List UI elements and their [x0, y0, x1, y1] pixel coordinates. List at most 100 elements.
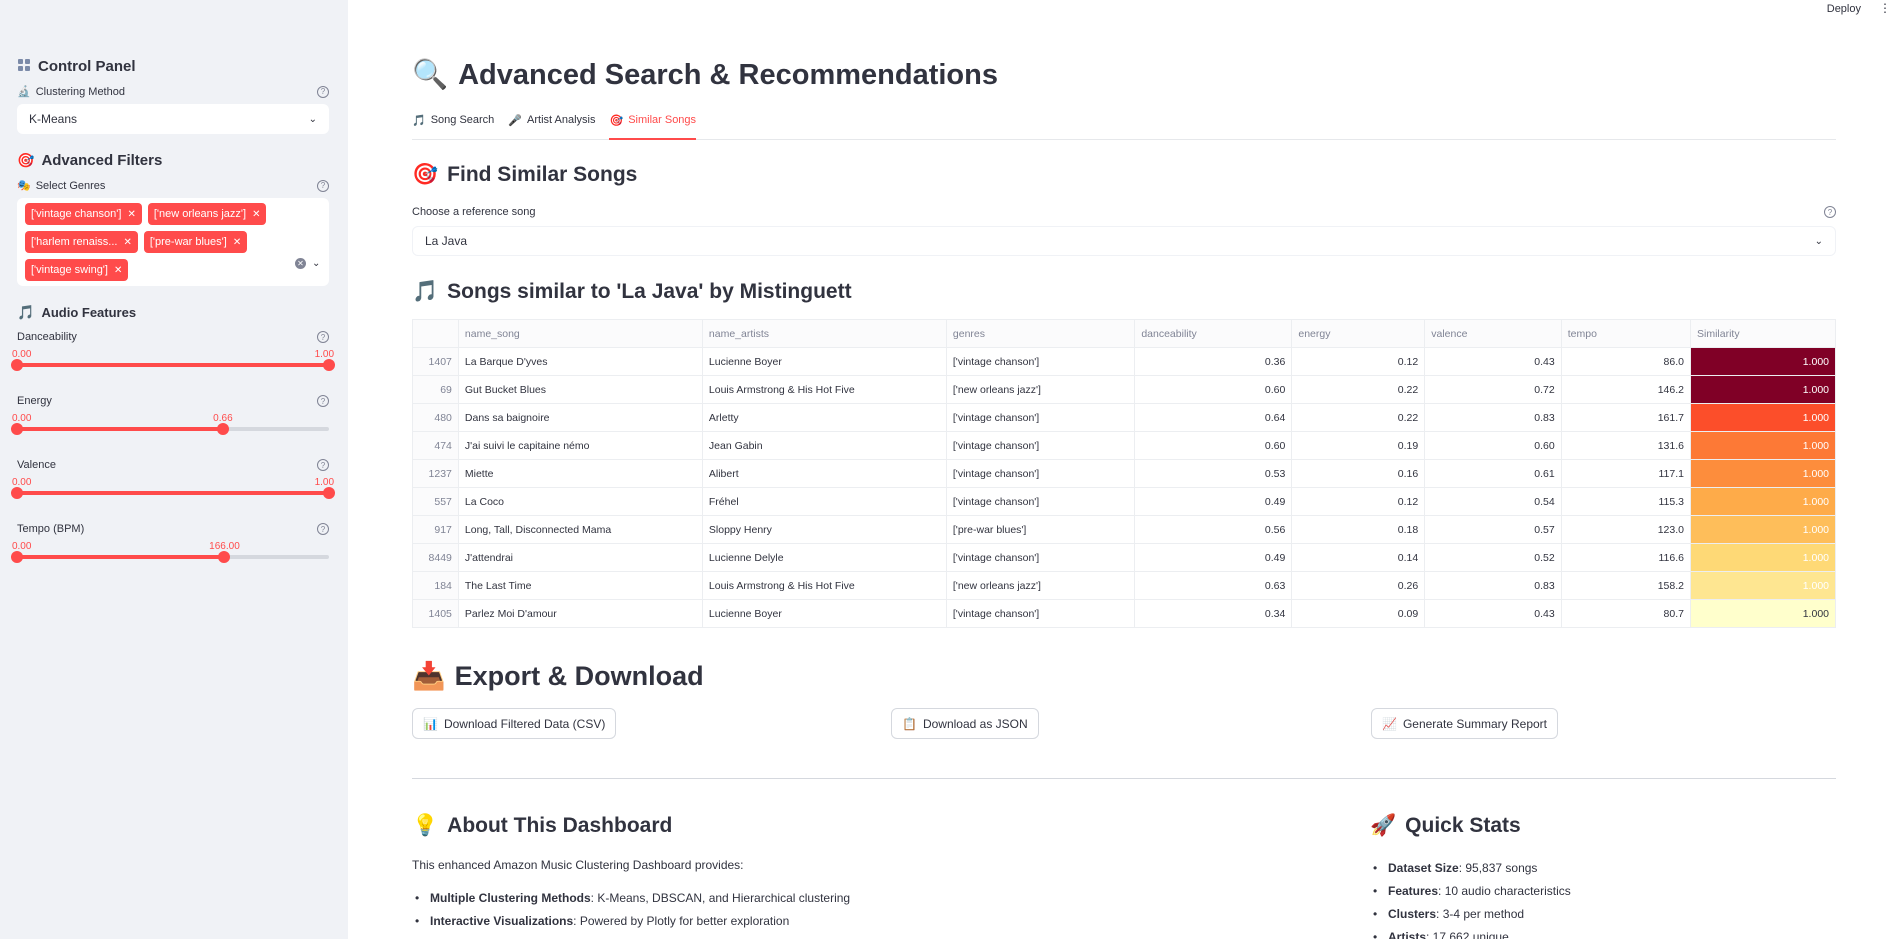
- deploy-button[interactable]: Deploy: [1827, 3, 1861, 15]
- column-header[interactable]: valence: [1424, 319, 1562, 348]
- numeric-cell: 158.2: [1560, 571, 1691, 600]
- remove-tag-icon[interactable]: ✕: [127, 209, 135, 220]
- slider-energy[interactable]: Energy? 0.00 0.66: [11, 395, 329, 435]
- quick-stats-heading: 🚀 Quick Stats: [1370, 814, 1521, 837]
- slider-label-row: Energy?: [17, 395, 329, 407]
- reference-song-select[interactable]: La Java ⌄: [412, 226, 1836, 256]
- music-note-icon: 🎵: [17, 304, 35, 320]
- column-header[interactable]: danceability: [1134, 319, 1293, 348]
- genre-tag-label: ['vintage swing']: [31, 264, 108, 276]
- magnifier-icon: 🔍: [412, 59, 449, 91]
- numeric-cell: 0.18: [1291, 515, 1426, 544]
- help-icon[interactable]: ?: [317, 459, 329, 471]
- slider-danceability[interactable]: Danceability? 0.00 1.00: [11, 331, 335, 371]
- table-row[interactable]: 184 The Last Time Louis Armstrong & His Ho…: [412, 571, 1837, 600]
- column-header[interactable]: energy: [1291, 319, 1426, 348]
- numeric-cell: 0.26: [1291, 571, 1426, 600]
- column-header[interactable]: name_artists: [701, 319, 947, 348]
- clustering-method-select[interactable]: K-Means ⌄: [17, 104, 329, 134]
- export-heading: 📥 Export & Download: [412, 660, 704, 692]
- tab-similar-songs[interactable]: 🎯 Similar Songs: [609, 114, 697, 140]
- slider-tempo[interactable]: Tempo (BPM)? 0.00 166.00: [11, 523, 329, 563]
- table-row[interactable]: 1237 Miette Alibert ['vintage chanson'] 0.53…: [412, 459, 1837, 488]
- numeric-cell: 0.36: [1134, 347, 1293, 376]
- row-index: 8449: [412, 543, 459, 572]
- similar-songs-table[interactable]: name_song name_artists genres danceability e…: [412, 319, 1837, 628]
- sidebar: Control Panel 🔬 Clustering Method ? K-Mea…: [0, 0, 348, 939]
- column-header[interactable]: genres: [945, 319, 1136, 348]
- chart-increasing-icon: 📈: [1382, 716, 1397, 731]
- help-icon[interactable]: ?: [317, 523, 329, 535]
- remove-tag-icon[interactable]: ✕: [252, 209, 260, 220]
- numeric-cell: 0.60: [1134, 431, 1293, 460]
- genre-tag-label: ['pre-war blues']: [149, 236, 227, 248]
- kebab-icon[interactable]: ⋮: [1879, 1, 1891, 15]
- slider-thumb-min[interactable]: [11, 487, 23, 499]
- genre-tag[interactable]: ['new orleans jazz'] ✕: [147, 203, 267, 225]
- table-row[interactable]: 474 J'ai suivi le capitaine némo Jean Gabi…: [412, 431, 1837, 460]
- clear-all-icon[interactable]: ✕: [295, 258, 306, 269]
- remove-tag-icon[interactable]: ✕: [233, 237, 241, 248]
- slider-label-row: Valence?: [17, 459, 329, 471]
- similarity-cell: 1.000: [1689, 459, 1837, 488]
- slider-thumb-max[interactable]: [216, 423, 229, 435]
- advanced-filters-heading: 🎯 Advanced Filters: [17, 152, 163, 169]
- numeric-cell: 0.63: [1134, 571, 1293, 600]
- text-cell: J'attendrai: [457, 543, 703, 572]
- slider-track[interactable]: [11, 359, 335, 371]
- text-cell: ['vintage chanson']: [945, 543, 1136, 572]
- slider-track[interactable]: [11, 487, 335, 499]
- slider-thumb-min[interactable]: [11, 551, 23, 563]
- row-index: 1405: [412, 599, 459, 628]
- slider-label-row: Tempo (BPM)?: [17, 523, 329, 535]
- slider-valence[interactable]: Valence? 0.00 1.00: [11, 459, 335, 499]
- similarity-cell: 1.000: [1689, 375, 1837, 404]
- help-icon[interactable]: ?: [317, 85, 329, 98]
- slider-track[interactable]: [11, 423, 329, 435]
- table-row[interactable]: 1405 Parlez Moi D'amour Lucienne Boyer ['vi…: [412, 599, 1837, 628]
- slider-thumb-max[interactable]: [323, 487, 335, 499]
- text-cell: Lucienne Delyle: [701, 543, 947, 572]
- numeric-cell: 0.22: [1291, 375, 1426, 404]
- numeric-cell: 0.12: [1291, 347, 1426, 376]
- slider-thumb-min[interactable]: [11, 423, 23, 435]
- numeric-cell: 0.64: [1134, 403, 1293, 432]
- chevron-down-icon[interactable]: ⌄: [312, 258, 320, 269]
- slider-thumb-min[interactable]: [11, 359, 23, 371]
- tab-song-search[interactable]: 🎵 Song Search: [412, 114, 494, 140]
- slider-thumb-max[interactable]: [218, 551, 231, 563]
- genre-tag[interactable]: ['vintage chanson'] ✕: [25, 203, 142, 225]
- table-row[interactable]: 69 Gut Bucket Blues Louis Armstrong & His …: [412, 375, 1837, 404]
- remove-tag-icon[interactable]: ✕: [114, 265, 122, 276]
- genre-tag[interactable]: ['pre-war blues'] ✕: [143, 231, 248, 253]
- help-icon[interactable]: ?: [1824, 206, 1836, 218]
- text-cell: Dans sa baignoire: [457, 403, 703, 432]
- table-row[interactable]: 480 Dans sa baignoire Arletty ['vintage cha…: [412, 403, 1837, 432]
- help-icon[interactable]: ?: [317, 331, 329, 343]
- microphone-icon: 🎤: [508, 115, 523, 127]
- table-row[interactable]: 917 Long, Tall, Disconnected Mama Sloppy H…: [412, 515, 1837, 544]
- remove-tag-icon[interactable]: ✕: [123, 237, 131, 248]
- summary-report-button[interactable]: 📈 Generate Summary Report: [1371, 708, 1559, 739]
- numeric-cell: 0.43: [1424, 599, 1562, 628]
- genre-tag[interactable]: ['harlem renaiss... ✕: [25, 231, 138, 253]
- genre-tag[interactable]: ['vintage swing'] ✕: [25, 259, 129, 281]
- genres-multiselect[interactable]: ['vintage chanson'] ✕ ['new orleans jazz']…: [17, 198, 329, 286]
- table-row[interactable]: 8449 J'attendrai Lucienne Delyle ['vintage …: [412, 543, 1837, 572]
- slider-thumb-max[interactable]: [323, 359, 335, 371]
- download-csv-button[interactable]: 📊 Download Filtered Data (CSV): [412, 708, 617, 739]
- numeric-cell: 0.52: [1424, 543, 1562, 572]
- table-row[interactable]: 557 La Coco Fréhel ['vintage chanson'] 0.49 0…: [412, 487, 1837, 516]
- download-json-button[interactable]: 📋 Download as JSON: [891, 708, 1039, 739]
- text-cell: ['pre-war blues']: [945, 515, 1136, 544]
- help-icon[interactable]: ?: [317, 179, 329, 192]
- slider-track[interactable]: [11, 551, 329, 563]
- help-icon[interactable]: ?: [317, 395, 329, 407]
- tab-artist-analysis[interactable]: 🎤 Artist Analysis: [508, 114, 595, 140]
- similarity-cell: 1.000: [1689, 543, 1837, 572]
- list-item: Features: 10 audio characteristics: [1370, 883, 1571, 906]
- column-header[interactable]: name_song: [457, 319, 703, 348]
- table-row[interactable]: 1407 La Barque D'yves Lucienne Boyer ['vint…: [412, 347, 1837, 376]
- column-header[interactable]: Similarity: [1689, 319, 1837, 348]
- column-header[interactable]: tempo: [1560, 319, 1691, 348]
